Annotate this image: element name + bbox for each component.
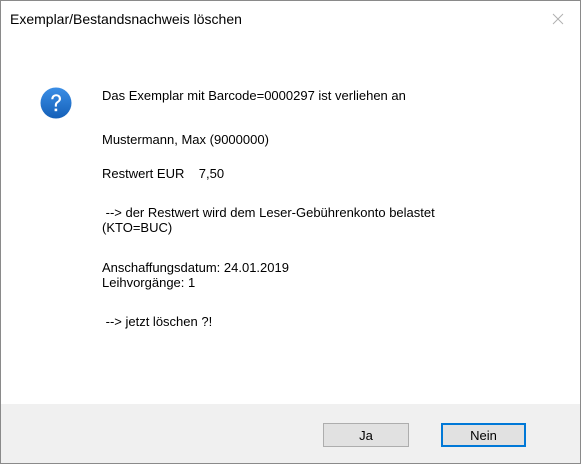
message-line-fee-notice: --> der Restwert wird dem Leser-Gebühren…	[102, 205, 435, 220]
question-icon	[40, 87, 72, 119]
close-icon	[552, 13, 564, 25]
message-line-loan-count: Leihvorgänge: 1	[102, 275, 196, 290]
title-bar: Exemplar/Bestandsnachweis löschen	[1, 1, 580, 37]
dialog-content: Das Exemplar mit Barcode=0000297 ist ver…	[1, 37, 580, 404]
button-bar: Ja Nein	[1, 404, 580, 463]
message-line-confirm: --> jetzt löschen ?!	[102, 314, 213, 329]
close-button[interactable]	[536, 1, 580, 37]
yes-button[interactable]: Ja	[323, 423, 409, 447]
message-line-barcode: Das Exemplar mit Barcode=0000297 ist ver…	[102, 88, 406, 103]
message-line-borrower: Mustermann, Max (9000000)	[102, 132, 269, 147]
no-button[interactable]: Nein	[441, 423, 526, 447]
message-line-purchase-date: Anschaffungsdatum: 24.01.2019	[102, 260, 289, 275]
dialog-title: Exemplar/Bestandsnachweis löschen	[10, 11, 242, 27]
message-line-account: (KTO=BUC)	[102, 220, 173, 235]
message-line-restwert: Restwert EUR 7,50	[102, 166, 225, 181]
message-dialog: Exemplar/Bestandsnachweis löschen Das Ex…	[0, 0, 581, 464]
